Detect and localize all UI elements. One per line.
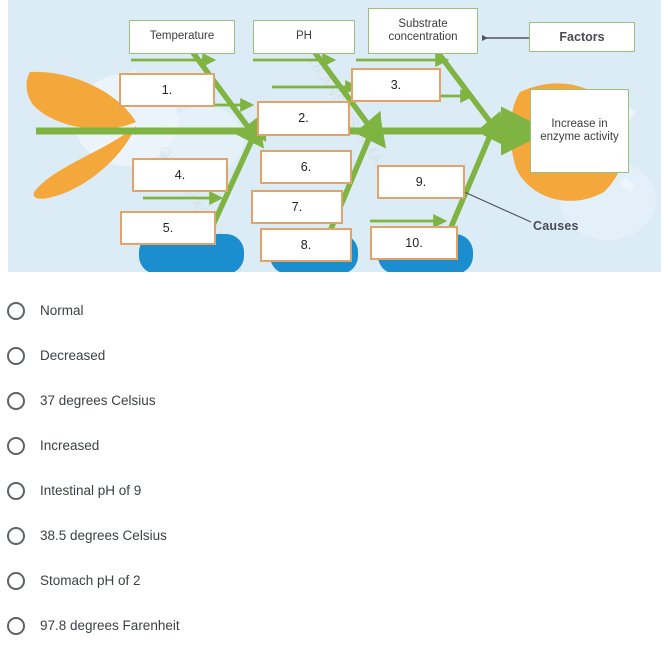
factor-box-substrate-concentration: Substrate concentration (368, 8, 478, 54)
factors-callout-box: Factors (529, 22, 635, 52)
numbered-box-7-label: 7. (291, 199, 303, 214)
option-row-intestinal-ph-9[interactable]: Intestinal pH of 9 (0, 468, 669, 513)
bone-substrate (433, 48, 511, 149)
numbered-box-1-label: 1. (161, 82, 173, 97)
numbered-box-8: 8. (260, 228, 352, 262)
factor-box-temperature: Temperature (129, 20, 235, 54)
option-label-normal: Normal (40, 303, 84, 318)
radio-button-decreased[interactable] (7, 346, 25, 365)
factor-box-ph: PH (253, 20, 355, 54)
numbered-box-5-label: 5. (162, 220, 174, 235)
numbered-box-4: 4. (132, 158, 228, 192)
option-label-37-celsius: 37 degrees Celsius (40, 393, 156, 408)
factors-callout-label: Factors (559, 29, 605, 44)
option-label-increased: Increased (40, 438, 100, 453)
factor-label-ph: PH (296, 30, 312, 43)
numbered-box-3: 3. (351, 68, 441, 102)
option-row-increased[interactable]: Increased (0, 423, 669, 468)
option-label-stomach-ph-2: Stomach pH of 2 (40, 573, 141, 588)
option-label-decreased: Decreased (40, 348, 106, 363)
radio-button-37-celsius[interactable] (7, 391, 25, 410)
numbered-box-3-label: 3. (390, 77, 402, 92)
radio-button-increased[interactable] (7, 436, 25, 455)
numbered-box-2: 2. (257, 101, 350, 136)
radio-button-normal[interactable] (7, 301, 25, 320)
radio-button-stomach-ph-2[interactable] (7, 571, 25, 590)
option-row-37-celsius[interactable]: 37 degrees Celsius (0, 378, 669, 423)
effect-label: Increase in enzyme activity (540, 117, 619, 143)
numbered-box-10: 10. (370, 226, 458, 260)
numbered-box-7: 7. (251, 190, 343, 224)
numbered-box-9: 9. (377, 165, 465, 199)
option-row-normal[interactable]: Normal (0, 288, 669, 333)
radio-button-intestinal-ph-9[interactable] (7, 481, 25, 500)
numbered-box-1: 1. (119, 73, 215, 107)
option-row-97-8-farenheit[interactable]: 97.8 degrees Farenheit (0, 603, 669, 648)
option-label-intestinal-ph-9: Intestinal pH of 9 (40, 483, 142, 498)
numbered-box-9-label: 9. (415, 174, 427, 189)
factor-label-temperature: Temperature (149, 30, 215, 43)
option-row-stomach-ph-2[interactable]: Stomach pH of 2 (0, 558, 669, 603)
numbered-box-6: 6. (260, 150, 352, 184)
numbered-box-2-label: 2. (298, 111, 309, 126)
numbered-box-10-label: 10. (405, 235, 423, 250)
numbered-box-8-label: 8. (300, 237, 312, 252)
causes-callout-label: Causes (533, 219, 579, 233)
answer-options-list: Normal Decreased 37 degrees Celsius Incr… (0, 288, 669, 648)
numbered-box-5: 5. (120, 211, 216, 245)
radio-button-38-5-celsius[interactable] (7, 526, 25, 545)
numbered-box-6-label: 6. (300, 159, 312, 174)
numbered-box-4-label: 4. (174, 167, 186, 182)
option-label-38-5-celsius: 38.5 degrees Celsius (40, 528, 167, 543)
option-row-decreased[interactable]: Decreased (0, 333, 669, 378)
effect-box: Increase in enzyme activity (530, 89, 629, 173)
factor-label-substrate-concentration: Substrate concentration (388, 17, 458, 43)
option-row-38-5-celsius[interactable]: 38.5 degrees Celsius (0, 513, 669, 558)
fishbone-diagram-figure: OLANSIXSIGMA.co OLANSIXSIGMA.co Temperat… (8, 0, 661, 272)
radio-button-97-8-farenheit[interactable] (7, 616, 25, 635)
option-label-97-8-farenheit: 97.8 degrees Farenheit (40, 618, 180, 633)
